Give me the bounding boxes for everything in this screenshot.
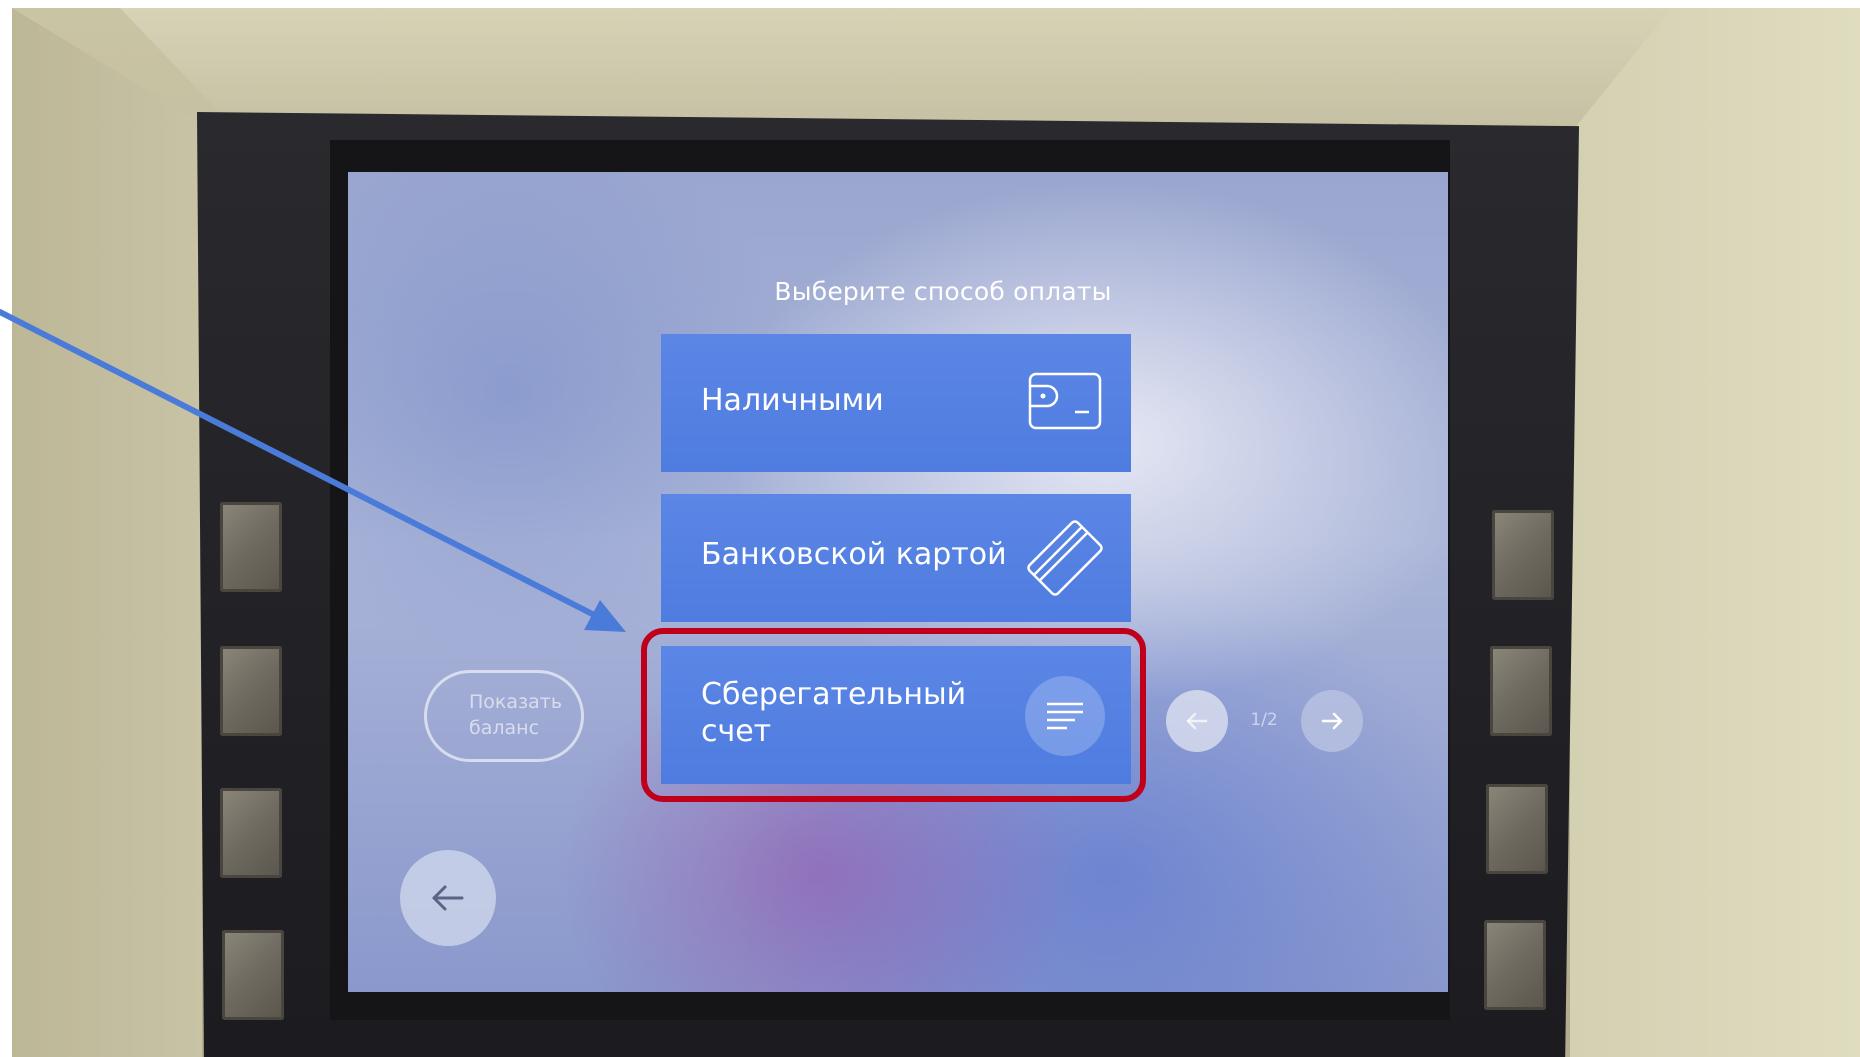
page-title: Выберите способ оплаты bbox=[774, 277, 1112, 306]
arrow-left-icon bbox=[1186, 712, 1208, 730]
option-label: Сберегательный счет bbox=[701, 677, 967, 749]
arrow-left-icon bbox=[432, 885, 464, 911]
wall-right bbox=[1570, 8, 1860, 1057]
option-label: Наличными bbox=[701, 383, 884, 418]
atm-side-button-left-3[interactable] bbox=[220, 788, 282, 878]
pager-count: 1/2 bbox=[1250, 710, 1278, 730]
wall-left bbox=[12, 8, 202, 1057]
atm-side-button-left-1[interactable] bbox=[220, 502, 282, 592]
payment-option-card[interactable]: Банковской картой bbox=[661, 494, 1131, 622]
show-balance-button[interactable]: Показать баланс bbox=[424, 670, 584, 762]
card-icon bbox=[1023, 516, 1107, 604]
atm-side-button-right-2[interactable] bbox=[1490, 646, 1552, 736]
pager-next-button[interactable] bbox=[1301, 690, 1363, 752]
atm-side-button-right-3[interactable] bbox=[1486, 784, 1548, 874]
payment-option-cash[interactable]: Наличными bbox=[661, 334, 1131, 472]
wallet-icon bbox=[1023, 366, 1107, 440]
arrow-right-icon bbox=[1321, 712, 1343, 730]
atm-side-button-left-2[interactable] bbox=[220, 646, 282, 736]
atm-display: Выберите способ оплаты Наличными Банковс… bbox=[348, 172, 1448, 992]
atm-side-button-right-4[interactable] bbox=[1484, 920, 1546, 1010]
wall-top bbox=[120, 8, 1690, 123]
atm-side-button-right-1[interactable] bbox=[1492, 510, 1554, 600]
option-label: Банковской картой bbox=[701, 537, 1007, 572]
atm-side-button-left-4[interactable] bbox=[222, 930, 284, 1020]
document-lines-icon bbox=[1023, 674, 1107, 762]
back-button[interactable] bbox=[400, 850, 496, 946]
payment-option-savings-account[interactable]: Сберегательный счет bbox=[661, 646, 1131, 784]
pager-prev-button[interactable] bbox=[1166, 690, 1228, 752]
atm-photo: Выберите способ оплаты Наличными Банковс… bbox=[0, 0, 1860, 1057]
